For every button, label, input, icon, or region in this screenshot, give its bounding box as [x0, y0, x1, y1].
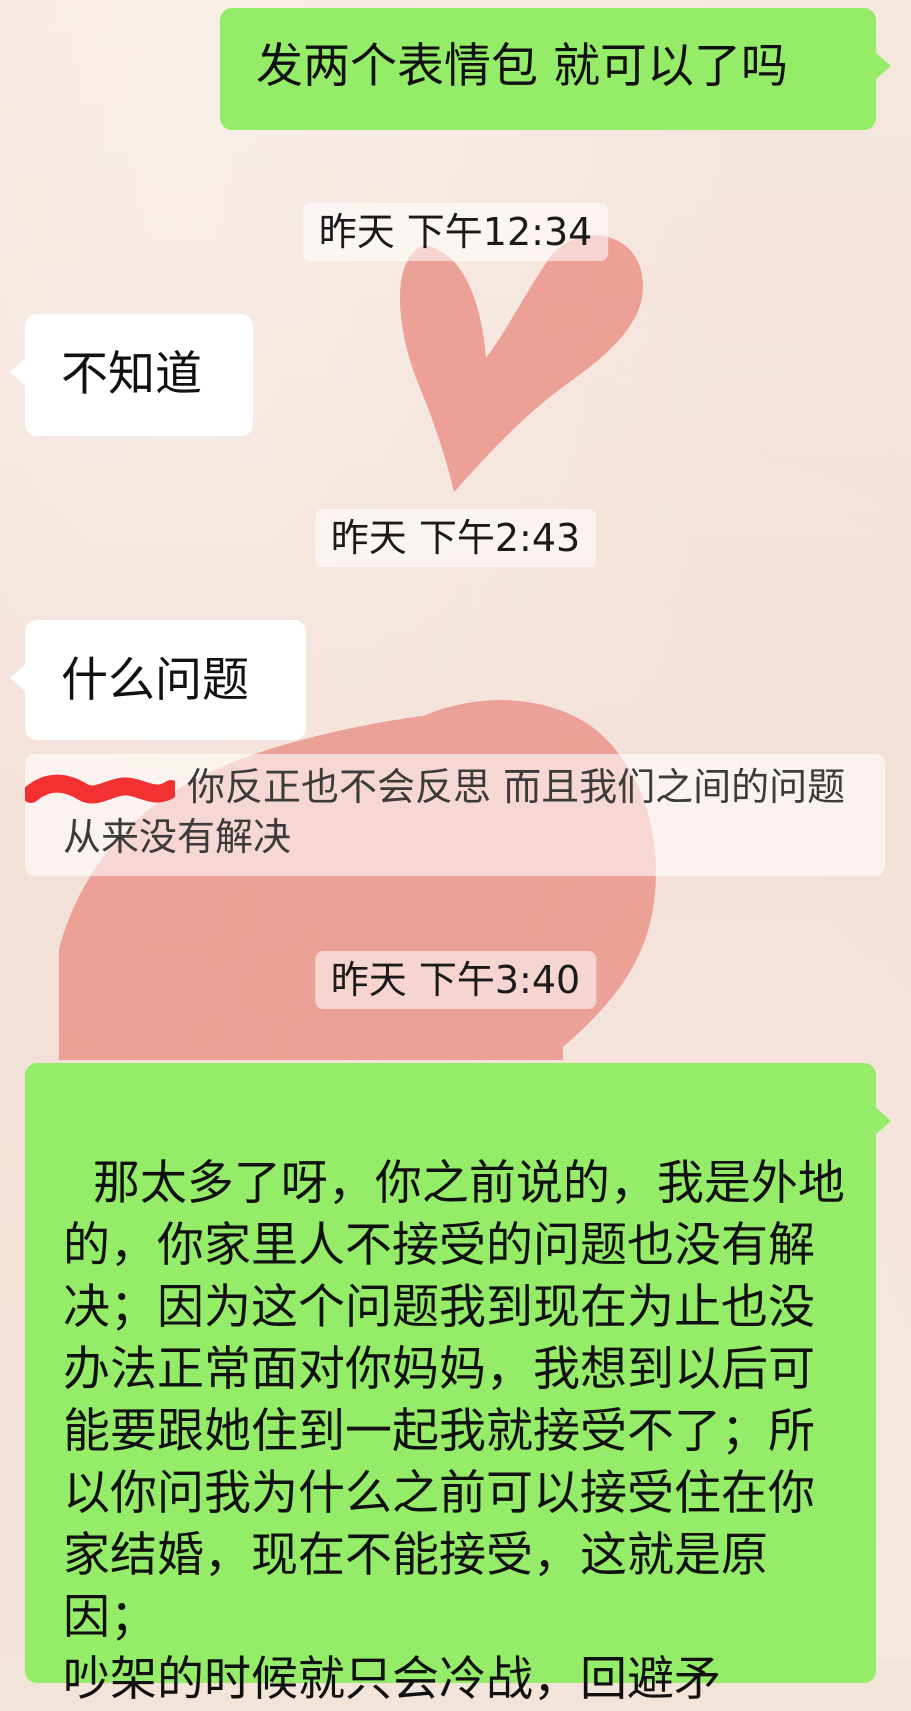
timestamp-label: 昨天 下午12:34: [302, 203, 609, 261]
quoted-message[interactable]: 你反正也不会反思 而且我们之间的问题从来没有解决: [25, 754, 885, 876]
outgoing-message-bubble[interactable]: 发两个表情包 就可以了吗: [220, 8, 891, 130]
outgoing-message-bubble[interactable]: 那太多了呀，你之前说的，我是外地的，你家里人不接受的问题也没有解决；因为这个问题…: [25, 1063, 891, 1707]
message-text: 那太多了呀，你之前说的，我是外地的，你家里人不接受的问题也没有解决；因为这个问题…: [63, 1156, 845, 1707]
incoming-message-bubble[interactable]: 不知道: [10, 314, 253, 436]
incoming-message-bubble[interactable]: 什么问题: [10, 620, 306, 740]
message-text: 什么问题: [61, 653, 249, 708]
message-text: 发两个表情包 就可以了吗: [256, 39, 788, 94]
timestamp-label: 昨天 下午2:43: [314, 509, 597, 567]
quoted-message-text: 你反正也不会反思 而且我们之间的问题从来没有解决: [63, 762, 867, 862]
timestamp-label: 昨天 下午3:40: [314, 951, 597, 1009]
message-text: 不知道: [61, 347, 202, 402]
quoted-message-content: 你反正也不会反思 而且我们之间的问题从来没有解决: [63, 765, 846, 859]
